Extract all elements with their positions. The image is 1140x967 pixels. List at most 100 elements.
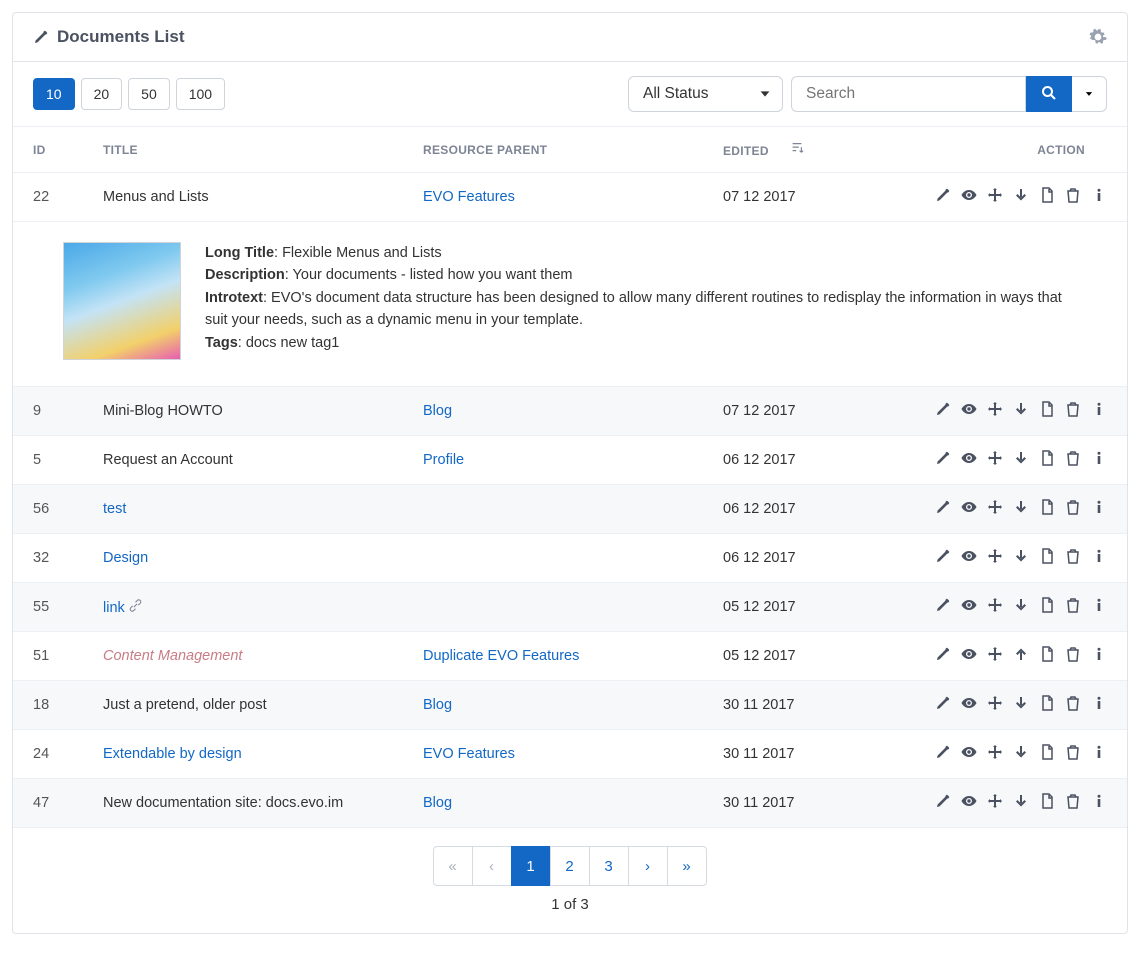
search-input[interactable]	[791, 76, 1026, 112]
action-info-icon[interactable]	[1091, 548, 1107, 564]
row-title[interactable]: link	[103, 600, 125, 616]
action-delete-icon[interactable]	[1065, 646, 1081, 662]
action-unpublish-icon[interactable]	[1013, 187, 1029, 203]
action-info-icon[interactable]	[1091, 450, 1107, 466]
col-id[interactable]: ID	[13, 127, 83, 173]
action-delete-icon[interactable]	[1065, 499, 1081, 515]
action-delete-icon[interactable]	[1065, 548, 1081, 564]
pager-next[interactable]: ›	[628, 846, 668, 886]
action-move-icon[interactable]	[987, 499, 1003, 515]
action-delete-icon[interactable]	[1065, 401, 1081, 417]
sort-icon[interactable]	[790, 141, 804, 155]
page-size-20[interactable]: 20	[81, 78, 123, 110]
action-publish-icon[interactable]	[1013, 646, 1029, 662]
action-move-icon[interactable]	[987, 450, 1003, 466]
col-title[interactable]: TITLE	[83, 127, 403, 173]
action-view-icon[interactable]	[961, 187, 977, 203]
search-dropdown-button[interactable]	[1072, 76, 1107, 112]
action-delete-icon[interactable]	[1065, 187, 1081, 203]
row-title[interactable]: Extendable by design	[103, 746, 242, 762]
action-move-icon[interactable]	[987, 548, 1003, 564]
action-unpublish-icon[interactable]	[1013, 450, 1029, 466]
action-duplicate-icon[interactable]	[1039, 187, 1055, 203]
action-view-icon[interactable]	[961, 450, 977, 466]
action-info-icon[interactable]	[1091, 744, 1107, 760]
row-parent[interactable]: EVO Features	[423, 189, 515, 205]
page-size-10[interactable]: 10	[33, 78, 75, 110]
action-info-icon[interactable]	[1091, 187, 1107, 203]
row-title[interactable]: Design	[103, 550, 148, 566]
action-unpublish-icon[interactable]	[1013, 548, 1029, 564]
gear-icon[interactable]	[1089, 28, 1107, 46]
row-parent[interactable]: Blog	[423, 403, 452, 419]
action-move-icon[interactable]	[987, 401, 1003, 417]
action-duplicate-icon[interactable]	[1039, 548, 1055, 564]
action-info-icon[interactable]	[1091, 646, 1107, 662]
status-select[interactable]: All Status	[628, 76, 783, 112]
pager-page-3[interactable]: 3	[589, 846, 629, 886]
action-duplicate-icon[interactable]	[1039, 793, 1055, 809]
action-view-icon[interactable]	[961, 597, 977, 613]
action-move-icon[interactable]	[987, 597, 1003, 613]
action-duplicate-icon[interactable]	[1039, 597, 1055, 613]
action-view-icon[interactable]	[961, 744, 977, 760]
action-duplicate-icon[interactable]	[1039, 695, 1055, 711]
action-move-icon[interactable]	[987, 646, 1003, 662]
action-delete-icon[interactable]	[1065, 744, 1081, 760]
action-move-icon[interactable]	[987, 187, 1003, 203]
action-delete-icon[interactable]	[1065, 695, 1081, 711]
action-duplicate-icon[interactable]	[1039, 744, 1055, 760]
action-info-icon[interactable]	[1091, 695, 1107, 711]
action-unpublish-icon[interactable]	[1013, 744, 1029, 760]
action-edit-icon[interactable]	[935, 499, 951, 515]
action-info-icon[interactable]	[1091, 499, 1107, 515]
action-edit-icon[interactable]	[935, 187, 951, 203]
action-delete-icon[interactable]	[1065, 450, 1081, 466]
row-parent[interactable]: Blog	[423, 697, 452, 713]
page-size-100[interactable]: 100	[176, 78, 225, 110]
action-view-icon[interactable]	[961, 499, 977, 515]
action-delete-icon[interactable]	[1065, 793, 1081, 809]
action-info-icon[interactable]	[1091, 597, 1107, 613]
action-view-icon[interactable]	[961, 401, 977, 417]
action-duplicate-icon[interactable]	[1039, 499, 1055, 515]
pager-page-2[interactable]: 2	[550, 846, 590, 886]
action-unpublish-icon[interactable]	[1013, 597, 1029, 613]
action-edit-icon[interactable]	[935, 401, 951, 417]
action-edit-icon[interactable]	[935, 744, 951, 760]
action-duplicate-icon[interactable]	[1039, 401, 1055, 417]
action-edit-icon[interactable]	[935, 646, 951, 662]
page-size-50[interactable]: 50	[128, 78, 170, 110]
row-parent[interactable]: EVO Features	[423, 746, 515, 762]
action-delete-icon[interactable]	[1065, 597, 1081, 613]
action-view-icon[interactable]	[961, 646, 977, 662]
pager-page-1[interactable]: 1	[511, 846, 551, 886]
action-view-icon[interactable]	[961, 793, 977, 809]
pager-last[interactable]: »	[667, 846, 707, 886]
action-view-icon[interactable]	[961, 548, 977, 564]
col-edited[interactable]: EDITED	[703, 127, 843, 173]
action-unpublish-icon[interactable]	[1013, 695, 1029, 711]
row-title[interactable]: test	[103, 501, 126, 517]
action-move-icon[interactable]	[987, 744, 1003, 760]
action-unpublish-icon[interactable]	[1013, 499, 1029, 515]
action-edit-icon[interactable]	[935, 597, 951, 613]
action-view-icon[interactable]	[961, 695, 977, 711]
action-edit-icon[interactable]	[935, 695, 951, 711]
action-unpublish-icon[interactable]	[1013, 401, 1029, 417]
action-edit-icon[interactable]	[935, 793, 951, 809]
action-info-icon[interactable]	[1091, 401, 1107, 417]
action-move-icon[interactable]	[987, 793, 1003, 809]
col-parent[interactable]: RESOURCE PARENT	[403, 127, 703, 173]
row-parent[interactable]: Profile	[423, 452, 464, 468]
row-parent[interactable]: Duplicate EVO Features	[423, 648, 579, 664]
action-info-icon[interactable]	[1091, 793, 1107, 809]
action-edit-icon[interactable]	[935, 450, 951, 466]
row-parent[interactable]: Blog	[423, 795, 452, 811]
action-edit-icon[interactable]	[935, 548, 951, 564]
action-duplicate-icon[interactable]	[1039, 450, 1055, 466]
action-unpublish-icon[interactable]	[1013, 793, 1029, 809]
search-button[interactable]	[1026, 76, 1072, 112]
action-move-icon[interactable]	[987, 695, 1003, 711]
action-duplicate-icon[interactable]	[1039, 646, 1055, 662]
